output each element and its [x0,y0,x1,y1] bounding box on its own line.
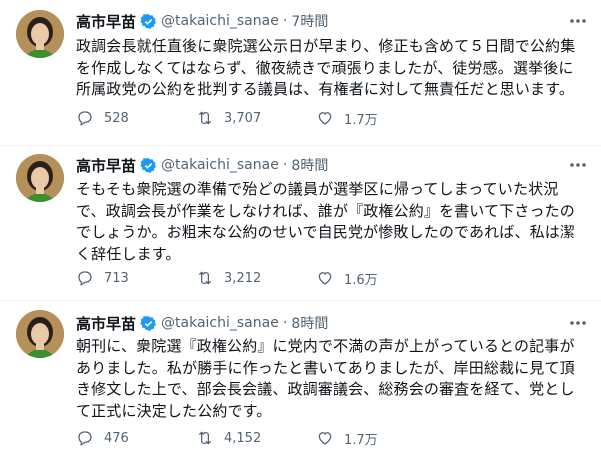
like-button[interactable]: 1.7万 [316,429,436,448]
like-count: 1.7万 [344,432,378,448]
retweet-count: 3,212 [224,270,262,286]
like-button[interactable]: 1.6万 [316,269,436,288]
tweet-text: 朝刊に、衆院選『政権公約』に党内で不満の声が上がっているとの記事が ありました。… [76,336,584,422]
user-handle[interactable]: @takaichi_sanae [161,13,279,29]
user-handle[interactable]: @takaichi_sanae [161,315,279,331]
retweet-icon [198,111,212,125]
timestamp[interactable]: 8時間 [291,155,328,175]
reply-button[interactable]: 713 [76,269,196,287]
timestamp[interactable]: 7時間 [291,11,328,31]
display-name[interactable]: 高市早苗 [76,155,136,176]
tweet-text-line: て正式に決定した公約です。 [76,401,272,420]
avatar-photo [16,154,64,202]
tweet-text-line: 朝刊に、衆院選『政権公約』に党内で不満の声が上がっているとの記事が [76,337,575,355]
retweet-icon [198,431,212,445]
like-icon [318,112,332,125]
avatar[interactable] [16,154,64,202]
tweet-text-line: 所属政党の公約を批判する議員は、有権者に対して無責任だと思います。 [76,80,575,98]
more-icon[interactable] [567,11,589,31]
verified-badge-icon [140,13,157,30]
avatar[interactable] [16,10,64,58]
tweet-text-line: き修文した上で、部会長会議、政調審議会、総務会の審査を経て、党とし [76,380,575,398]
tweet-text-line: く辞任します。 [76,244,181,263]
avatar[interactable] [16,310,64,358]
user-handle[interactable]: @takaichi_sanae [161,157,279,173]
reply-icon [78,111,92,126]
tweet[interactable]: 高市早苗 @takaichi_sanae · 8時間 朝刊に、衆院選『政権公約』… [0,301,601,463]
more-icon[interactable] [567,155,589,175]
tweet-text-line: で、政調会長が作業をしなければ、誰が『政権公約』を書いて下さったの [76,201,575,220]
separator-dot: · [282,13,288,29]
tweet-text-line: そもそも衆院選の準備で殆どの議員が選挙区に帰ってしまっていた状況 [76,180,559,198]
timestamp[interactable]: 8時間 [291,313,328,333]
like-icon [318,432,332,445]
more-icon[interactable] [567,313,589,333]
reply-icon [78,431,92,446]
verified-badge-icon [140,157,157,174]
tweet-text-line: ありました。私が勝手に作ったと書いてありましたが、岸田総裁に見て頂 [76,358,575,377]
retweet-button[interactable]: 3,212 [196,269,316,287]
reply-button[interactable]: 528 [76,109,196,127]
like-button[interactable]: 1.7万 [316,109,436,128]
tweet-text-line: でしょうか。お粗末な公約のせいで自民党が惨敗したのであれば、私は潔 [76,223,576,241]
reply-count: 713 [104,270,129,286]
display-name[interactable]: 高市早苗 [76,11,136,32]
like-count: 1.6万 [344,272,378,288]
display-name[interactable]: 高市早苗 [76,313,136,334]
tweet[interactable]: 高市早苗 @takaichi_sanae · 8時間 そもそも衆院選の準備で殆ど… [0,146,601,301]
tweet-text-line: 政調会長就任直後に衆院選公示日が早まり、修正も含めて５日間で公約集 [76,37,576,55]
tweet[interactable]: 高市早苗 @takaichi_sanae · 7時間 政調会長就任直後に衆院選公… [0,0,601,146]
tweet-text: そもそも衆院選の準備で殆どの議員が選挙区に帰ってしまっていた状況 で、政調会長が… [76,179,584,265]
tweet-text: 政調会長就任直後に衆院選公示日が早まり、修正も含めて５日間で公約集 を作成しなく… [76,36,584,101]
like-count: 1.7万 [344,112,378,128]
reply-icon [78,271,92,286]
avatar-photo [16,10,64,58]
retweet-count: 3,707 [224,110,262,126]
verified-badge-icon [140,315,157,332]
like-icon [318,272,332,285]
tweet-text-line: を作成しなくてはならず、徹夜続きで頑張りましたが、徒労感。選挙後に [76,58,574,77]
separator-dot: · [282,157,288,173]
retweet-count: 4,152 [224,430,262,446]
retweet-button[interactable]: 4,152 [196,429,316,447]
reply-button[interactable]: 476 [76,429,196,447]
reply-count: 528 [104,110,129,126]
separator-dot: · [282,315,288,331]
reply-count: 476 [104,430,129,446]
retweet-button[interactable]: 3,707 [196,109,316,127]
avatar-photo [16,310,64,358]
retweet-icon [198,271,212,285]
